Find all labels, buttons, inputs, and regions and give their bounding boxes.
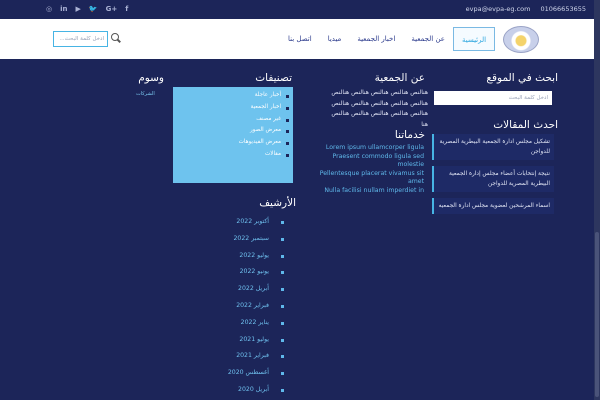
service-item[interactable]: Praesent commodo ligula sed molestie bbox=[312, 153, 424, 170]
about-text: هنالنص هنالنص هنالنص هنالنص هنالنص هنالن… bbox=[331, 89, 428, 128]
article-item[interactable]: اسماء المرشحين لعضوية مجلس ادارة الجمعيه bbox=[432, 198, 554, 214]
archive-item[interactable]: أكتوبر 2022 bbox=[180, 214, 292, 231]
facebook-icon[interactable]: f bbox=[125, 5, 128, 13]
archive-item[interactable]: أبريل 2022 bbox=[180, 281, 292, 298]
archive-item[interactable]: أبريل 2020 bbox=[180, 382, 292, 399]
tag-link[interactable]: الشركات bbox=[136, 91, 155, 97]
service-item[interactable]: Lorem ipsum ullamcorper ligula bbox=[312, 144, 424, 153]
archive-list: أكتوبر 2022 سبتمبر 2022 يوليو 2022 يونيو… bbox=[180, 214, 292, 399]
categories-title: تصنيفات bbox=[255, 72, 292, 84]
nav-news[interactable]: اخبار الجمعية bbox=[349, 27, 403, 51]
twitter-icon[interactable]: 🐦 bbox=[89, 5, 98, 13]
contact-info: evpa@evpa-eg.com 01066653655 bbox=[466, 5, 586, 13]
category-item[interactable]: اخبار الجمعية bbox=[173, 102, 289, 114]
archive-item[interactable]: يوليو 2021 bbox=[180, 332, 292, 349]
categories-list: أخبار عاجلة اخبار الجمعية غير مصنف معرض … bbox=[173, 87, 293, 183]
site-logo[interactable] bbox=[503, 26, 539, 53]
articles-list: تشكيل مجلس ادارة الجمعية البيطرية المصري… bbox=[432, 134, 554, 220]
archive-title: الأرشيف bbox=[259, 197, 296, 209]
category-item[interactable]: غير مصنف bbox=[173, 114, 289, 126]
tags-title: وسوم bbox=[138, 72, 164, 84]
archive-item[interactable]: يوليو 2022 bbox=[180, 248, 292, 265]
header-search-input[interactable]: ادخل كلمة البحث... bbox=[53, 31, 108, 47]
about-title: عن الجمعية bbox=[374, 72, 425, 84]
services-title: خدماتنا bbox=[394, 129, 425, 141]
category-item[interactable]: مقالات bbox=[173, 149, 289, 161]
google-plus-icon[interactable]: G+ bbox=[106, 5, 118, 13]
scrollbar-thumb[interactable] bbox=[595, 232, 599, 397]
email-link[interactable]: evpa@evpa-eg.com bbox=[466, 5, 531, 13]
archive-item[interactable]: سبتمبر 2022 bbox=[180, 231, 292, 248]
service-item[interactable]: Nulla facilisi nullam imperdiet in bbox=[312, 187, 424, 196]
category-item[interactable]: معرض الصور bbox=[173, 125, 289, 137]
search-icon[interactable] bbox=[111, 33, 119, 41]
article-item[interactable]: تشكيل مجلس ادارة الجمعية البيطرية المصري… bbox=[432, 134, 554, 160]
nav-media[interactable]: ميديا bbox=[320, 27, 350, 51]
linkedin-icon[interactable]: in bbox=[60, 5, 67, 13]
archive-item[interactable]: يونيو 2022 bbox=[180, 264, 292, 281]
nav-contact[interactable]: اتصل بنا bbox=[280, 27, 320, 51]
site-search-input[interactable]: ادخل كلمة البحث bbox=[434, 91, 552, 105]
site-search-title: ابحث في الموقع bbox=[486, 72, 558, 84]
nav-about[interactable]: عن الجمعية bbox=[403, 27, 453, 51]
category-item[interactable]: أخبار عاجلة bbox=[173, 90, 289, 102]
phone-number[interactable]: 01066653655 bbox=[541, 5, 587, 13]
archive-item[interactable]: فبراير 2022 bbox=[180, 298, 292, 315]
archive-item[interactable]: فبراير 2021 bbox=[180, 348, 292, 365]
category-item[interactable]: معرض الفيديوهات bbox=[173, 137, 289, 149]
archive-item[interactable]: أغسطس 2020 bbox=[180, 365, 292, 382]
article-item[interactable]: نتيجة إنتخابات أعضاء مجلس إدارة الجمعية … bbox=[432, 166, 554, 192]
instagram-icon[interactable]: ◎ bbox=[46, 5, 52, 13]
youtube-icon[interactable]: ▶ bbox=[76, 5, 81, 13]
archive-item[interactable]: يناير 2022 bbox=[180, 315, 292, 332]
header: الرئيسية عن الجمعية اخبار الجمعية ميديا … bbox=[0, 19, 600, 59]
main-nav: الرئيسية عن الجمعية اخبار الجمعية ميديا … bbox=[280, 27, 496, 51]
top-bar: ◎ in ▶ 🐦 G+ f evpa@evpa-eg.com 010666536… bbox=[0, 0, 600, 19]
services-list: Lorem ipsum ullamcorper ligula Praesent … bbox=[312, 144, 424, 195]
service-item[interactable]: Pellentesque placerat vivamus sit amet bbox=[312, 170, 424, 187]
social-links: ◎ in ▶ 🐦 G+ f bbox=[46, 5, 128, 13]
articles-title: احدث المقالات bbox=[493, 119, 558, 131]
nav-home[interactable]: الرئيسية bbox=[452, 27, 496, 51]
